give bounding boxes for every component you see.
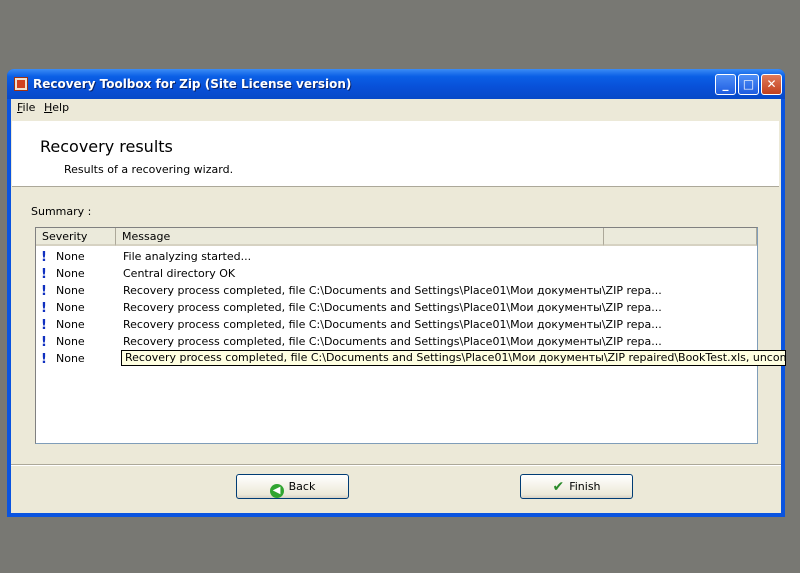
row-message: Recovery process completed, file C:\Docu… bbox=[123, 301, 662, 314]
header-panel: Recovery results Results of a recovering… bbox=[12, 121, 779, 187]
page-subtitle: Results of a recovering wizard. bbox=[64, 163, 234, 176]
list-item[interactable]: ! None Recovery process completed, file … bbox=[36, 299, 786, 316]
row-message: Recovery process completed, file C:\Docu… bbox=[123, 284, 662, 297]
info-icon: ! bbox=[41, 284, 47, 299]
message-tooltip: Recovery process completed, file C:\Docu… bbox=[121, 350, 786, 366]
menu-bar: File Help bbox=[11, 99, 781, 117]
back-button-label: Back bbox=[288, 480, 316, 493]
footer-divider bbox=[11, 464, 781, 466]
finish-button[interactable]: ✔ Finish bbox=[520, 474, 633, 499]
row-severity: None bbox=[56, 352, 85, 365]
row-severity: None bbox=[56, 267, 85, 280]
menu-help[interactable]: Help bbox=[44, 101, 69, 114]
info-icon: ! bbox=[41, 335, 47, 350]
app-window: Recovery Toolbox for Zip (Site License v… bbox=[7, 69, 785, 517]
menu-file-label: ile bbox=[22, 101, 36, 114]
list-item[interactable]: ! None Central directory OK bbox=[36, 265, 786, 282]
list-item[interactable]: ! None Recovery process completed, file … bbox=[36, 333, 786, 350]
row-severity: None bbox=[56, 335, 85, 348]
window-title: Recovery Toolbox for Zip (Site License v… bbox=[33, 77, 352, 91]
column-header-severity[interactable]: Severity bbox=[36, 228, 116, 246]
menu-file[interactable]: File bbox=[17, 101, 35, 114]
list-item[interactable]: ! None File analyzing started... bbox=[36, 248, 786, 265]
row-message: File analyzing started... bbox=[123, 250, 252, 263]
client-area: File Help Recovery results Results of a … bbox=[11, 99, 781, 513]
info-icon: ! bbox=[41, 352, 47, 367]
column-header-message[interactable]: Message bbox=[116, 228, 604, 246]
column-header-extra[interactable] bbox=[604, 228, 757, 246]
row-message: Central directory OK bbox=[123, 267, 236, 280]
finish-button-label: Finish bbox=[569, 480, 601, 493]
row-severity: None bbox=[56, 301, 85, 314]
title-bar[interactable]: Recovery Toolbox for Zip (Site License v… bbox=[7, 69, 785, 99]
info-icon: ! bbox=[41, 318, 47, 333]
minimize-button[interactable]: _ bbox=[715, 74, 736, 95]
info-icon: ! bbox=[41, 301, 47, 316]
menu-help-label: elp bbox=[52, 101, 70, 114]
back-arrow-icon: ◀ bbox=[269, 484, 284, 498]
row-message: Recovery process completed, file C:\Docu… bbox=[123, 318, 662, 331]
list-item[interactable]: ! None Recovery process completed, file … bbox=[36, 282, 786, 299]
close-button[interactable]: ✕ bbox=[761, 74, 782, 95]
row-severity: None bbox=[56, 284, 85, 297]
row-severity: None bbox=[56, 318, 85, 331]
page-title: Recovery results bbox=[40, 137, 173, 156]
maximize-button[interactable]: □ bbox=[738, 74, 759, 95]
app-icon[interactable] bbox=[14, 77, 28, 91]
row-message: Recovery process completed, file C:\Docu… bbox=[123, 335, 662, 348]
list-item[interactable]: ! None Recovery process completed, file … bbox=[36, 316, 786, 333]
checkmark-icon: ✔ bbox=[552, 479, 565, 495]
info-icon: ! bbox=[41, 267, 47, 282]
summary-label: Summary : bbox=[31, 205, 92, 218]
row-severity: None bbox=[56, 250, 85, 263]
info-icon: ! bbox=[41, 250, 47, 265]
results-list[interactable]: Severity Message ! None File analyzing s… bbox=[35, 227, 758, 444]
back-button[interactable]: ◀ Back bbox=[236, 474, 349, 499]
